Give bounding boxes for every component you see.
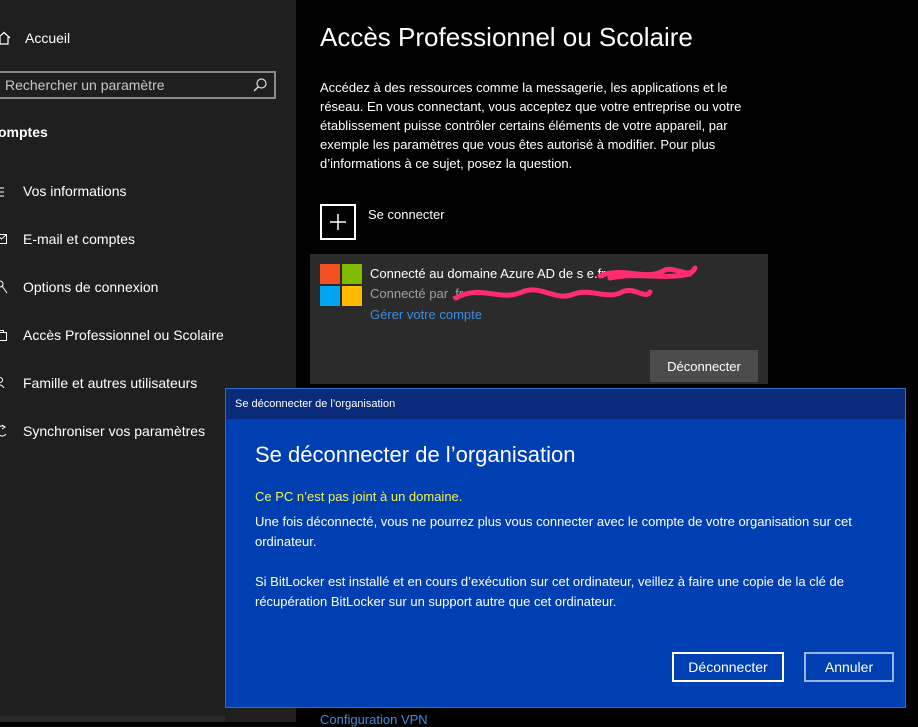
sidebar-item-your-info[interactable]: Vos informations	[0, 176, 127, 206]
sidebar-item-sync-settings[interactable]: Synchroniser vos paramètres	[0, 416, 205, 446]
people-icon	[0, 376, 23, 390]
cancel-button[interactable]: Annuler	[804, 652, 894, 682]
dialog-heading: Se déconnecter de l’organisation	[255, 442, 576, 467]
manage-account-link[interactable]: Gérer votre compte	[370, 307, 482, 322]
sync-icon	[0, 424, 23, 438]
account-domain-text: Connecté au domaine Azure AD de s e.fr	[370, 266, 606, 281]
dialog-paragraph-2: Si BitLocker est installé et en cours d’…	[255, 574, 844, 609]
microsoft-logo-icon	[320, 264, 362, 306]
dialog-paragraph-1: Une fois déconnecté, vous ne pourrez plu…	[255, 514, 852, 549]
search-icon[interactable]	[252, 77, 268, 98]
key-icon	[0, 280, 23, 294]
sidebar-item-label: Accès Professionnel ou Scolaire	[23, 327, 224, 343]
search-input[interactable]	[0, 76, 247, 94]
sidebar-item-label: Synchroniser vos paramètres	[23, 423, 206, 439]
disconnect-account-button[interactable]: Déconnecter	[650, 350, 758, 382]
page-title: Accès Professionnel ou Scolaire	[320, 22, 693, 52]
mail-icon	[0, 232, 23, 246]
person-icon	[0, 184, 23, 198]
sidebar-item-label: E-mail et comptes	[23, 231, 136, 247]
confirm-disconnect-button[interactable]: Déconnecter	[672, 652, 784, 682]
dialog-warning: Ce PC n’est pas joint à un domaine.	[255, 489, 463, 504]
sidebar-item-family-users[interactable]: Famille et autres utilisateurs	[0, 368, 197, 398]
home-icon	[0, 31, 19, 45]
work-account-card[interactable]: Connecté au domaine Azure AD de s e.fr C…	[310, 254, 768, 384]
sidebar-item-work-school-access[interactable]: Accès Professionnel ou Scolaire	[0, 320, 224, 350]
page-description: Accédez à des ressources comme la messag…	[320, 80, 742, 171]
taskbar-strip	[0, 716, 225, 722]
vpn-settings-link[interactable]: Configuration VPN	[320, 712, 428, 727]
account-connected-by-text: Connecté par .fr	[370, 286, 464, 301]
sidebar-item-label: Options de connexion	[23, 279, 159, 295]
plus-icon	[320, 204, 356, 240]
connect-label: Se connecter	[368, 207, 445, 222]
sidebar-item-sign-in-options[interactable]: Options de connexion	[0, 272, 158, 302]
briefcase-icon	[0, 328, 23, 342]
dialog-titlebar: Se déconnecter de l’organisation	[226, 389, 905, 419]
sidebar-home-link[interactable]: Accueil	[0, 30, 70, 46]
sidebar-item-email-accounts[interactable]: E-mail et comptes	[0, 224, 135, 254]
sidebar-item-label: Vos informations	[23, 183, 127, 199]
section-title-accounts: omptes	[0, 124, 48, 140]
settings-search-box[interactable]	[0, 71, 276, 99]
disconnect-dialog: Se déconnecter de l’organisation Se déco…	[225, 388, 906, 708]
connect-button[interactable]: Se connecter	[320, 204, 445, 240]
home-label: Accueil	[25, 30, 71, 46]
sidebar-item-label: Famille et autres utilisateurs	[23, 375, 198, 391]
